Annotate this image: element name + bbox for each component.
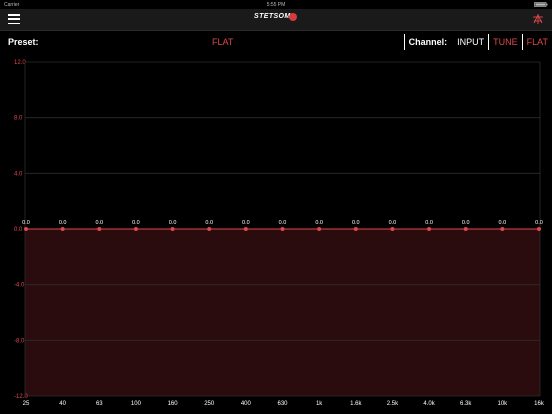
logo-mark-icon: [289, 13, 297, 21]
x-tick-label: 160: [168, 401, 179, 407]
preset-selector[interactable]: FLAT: [212, 37, 233, 47]
status-bar: Carrier 5:55 PM: [0, 0, 552, 9]
equalizer-chart[interactable]: 12.08.04.00.0-4.0-8.0-12.00.0 0.0 0.0 0.0 0.…: [0, 53, 552, 414]
channel-label: Channel:: [403, 34, 454, 50]
y-tick-label: -8.0: [14, 338, 25, 344]
x-tick-label: 1k: [316, 401, 323, 407]
eq-band-point[interactable]: [427, 227, 432, 231]
eq-band-value-label: 0.0: [535, 220, 543, 226]
eq-band-point[interactable]: [537, 227, 541, 231]
eq-band-value-label: 0.0: [242, 220, 250, 226]
eq-band-value-label: 0.0: [389, 220, 397, 226]
y-tick-label: 8.0: [14, 116, 23, 122]
eq-band-point[interactable]: [280, 227, 285, 231]
eq-band-value-label: 0.0: [22, 220, 30, 226]
preset-toolbar: Preset: FLAT Channel: INPUT TUNE FLAT: [0, 31, 552, 53]
battery-icon: [534, 2, 548, 7]
x-tick-label: 100: [131, 401, 142, 407]
eq-band-value-label: 0.0: [205, 220, 213, 226]
eq-band-value-label: 0.0: [352, 220, 360, 226]
eq-band-point[interactable]: [24, 227, 28, 231]
eq-band-value-label: 0.0: [59, 220, 67, 226]
eq-band-point[interactable]: [243, 227, 248, 231]
channel-flat-button[interactable]: FLAT: [521, 34, 552, 50]
eq-band-point[interactable]: [390, 227, 395, 231]
eq-band-value-label: 0.0: [169, 220, 177, 226]
equalizer-settings-icon[interactable]: [532, 13, 544, 25]
eq-band-value-label: 0.0: [132, 220, 140, 226]
eq-band-point[interactable]: [463, 227, 468, 231]
x-tick-label: 400: [241, 401, 252, 407]
x-tick-label: 16k: [534, 401, 545, 407]
x-tick-label: 250: [204, 401, 215, 407]
x-tick-label: 63: [96, 401, 103, 407]
menu-icon[interactable]: [8, 14, 20, 25]
x-tick-label: 25: [23, 401, 30, 407]
logo-text: STETSOM: [254, 13, 291, 20]
negative-gain-area: [25, 229, 540, 396]
eq-band-value-label: 0.0: [499, 220, 507, 226]
eq-band-point[interactable]: [170, 227, 175, 231]
status-time: 5:55 PM: [266, 2, 286, 8]
nav-bar: STETSOM: [0, 9, 552, 31]
preset-label: Preset:: [8, 37, 39, 47]
y-tick-label: -4.0: [14, 283, 25, 289]
eq-band-value-label: 0.0: [462, 220, 470, 226]
eq-band-point[interactable]: [97, 227, 102, 231]
x-tick-label: 4.0k: [423, 401, 435, 407]
x-tick-label: 40: [59, 401, 66, 407]
x-tick-label: 6.3k: [460, 401, 472, 407]
eq-band-point[interactable]: [207, 227, 212, 231]
eq-band-point[interactable]: [60, 227, 65, 231]
eq-band-point[interactable]: [500, 227, 505, 231]
channel-input-button[interactable]: INPUT: [453, 34, 488, 50]
y-tick-label: 0.0: [14, 227, 23, 233]
channel-tune-button[interactable]: TUNE: [488, 34, 522, 50]
x-tick-label: 1.6k: [350, 401, 362, 407]
eq-band-value-label: 0.0: [315, 220, 323, 226]
y-tick-label: 12.0: [14, 60, 26, 66]
x-tick-label: 10k: [498, 401, 509, 407]
eq-band-point[interactable]: [353, 227, 358, 231]
brand-logo: STETSOM: [254, 13, 298, 25]
eq-band-point[interactable]: [133, 227, 138, 231]
channel-selector: Channel: INPUT TUNE FLAT: [403, 34, 552, 50]
y-tick-label: -12.0: [14, 394, 28, 400]
eq-band-point[interactable]: [317, 227, 322, 231]
eq-band-value-label: 0.0: [425, 220, 433, 226]
y-tick-label: 4.0: [14, 171, 23, 177]
x-tick-label: 630: [277, 401, 288, 407]
eq-band-value-label: 0.0: [279, 220, 287, 226]
eq-band-value-label: 0.0: [95, 220, 103, 226]
x-tick-label: 2.5k: [387, 401, 399, 407]
